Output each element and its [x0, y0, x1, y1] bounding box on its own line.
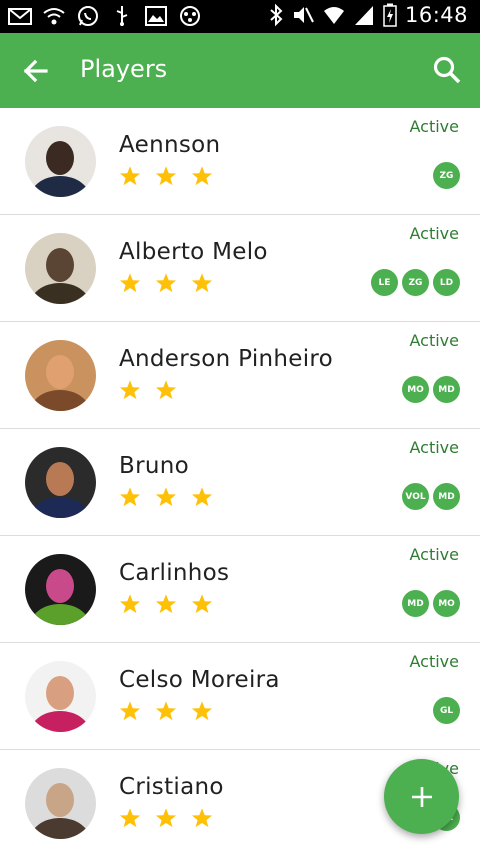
position-badges: MO MD — [402, 376, 460, 403]
star-icon — [191, 487, 213, 507]
star-icon — [119, 166, 141, 186]
rating-stars — [119, 807, 213, 829]
star-icon — [119, 487, 141, 507]
position-badge: MD — [433, 376, 460, 403]
clock: 16:48 — [404, 3, 468, 27]
avatar — [25, 768, 96, 839]
system-icons: 16:48 — [269, 3, 468, 27]
bluetooth-icon — [270, 3, 283, 27]
mail-icon — [8, 8, 32, 25]
app-bar: Players — [0, 33, 480, 108]
rating-stars — [119, 165, 213, 187]
rating-stars — [119, 486, 213, 508]
star-icon — [191, 166, 213, 186]
star-icon — [155, 166, 177, 186]
player-row[interactable]: Carlinhos Active MD MO — [0, 536, 480, 643]
star-icon — [119, 380, 141, 400]
position-badge: LD — [433, 269, 460, 296]
app-icon — [180, 6, 200, 26]
star-icon — [191, 273, 213, 293]
notification-icons — [8, 5, 202, 27]
position-badges: VOL MD — [402, 483, 460, 510]
position-badge: MO — [433, 590, 460, 617]
star-icon — [155, 808, 177, 828]
player-name: Cristiano — [119, 774, 224, 800]
status-text: Active — [409, 652, 460, 671]
status-bar: 16:48 — [0, 0, 480, 33]
star-icon — [155, 487, 177, 507]
player-name: Alberto Melo — [119, 239, 268, 265]
avatar — [25, 554, 96, 625]
star-icon — [155, 273, 177, 293]
position-badge: MD — [402, 590, 429, 617]
avatar — [25, 126, 96, 197]
avatar — [25, 340, 96, 411]
player-row[interactable]: Alberto Melo Active LE ZG LD — [0, 215, 480, 322]
player-name: Aennson — [119, 132, 221, 158]
add-icon — [411, 786, 432, 807]
position-badge: VOL — [402, 483, 429, 510]
whatsapp-icon — [78, 6, 98, 26]
star-icon — [119, 701, 141, 721]
add-player-button[interactable] — [384, 759, 459, 834]
avatar — [25, 233, 96, 304]
players-list: Aennson Active ZG Alberto Melo Active LE ZG LD A… — [0, 108, 480, 853]
player-row[interactable]: Celso Moreira Active GL — [0, 643, 480, 750]
position-badge: GL — [433, 697, 460, 724]
star-icon — [119, 594, 141, 614]
star-icon — [119, 808, 141, 828]
position-badges: GL — [433, 697, 460, 724]
page-title: Players — [80, 55, 168, 83]
rating-stars — [119, 272, 213, 294]
mute-icon — [293, 7, 314, 23]
signal-icon — [354, 6, 373, 25]
avatar — [25, 661, 96, 732]
position-badge: MD — [433, 483, 460, 510]
player-name: Anderson Pinheiro — [119, 346, 334, 372]
position-badges: MD MO — [402, 590, 460, 617]
position-badge: ZG — [433, 162, 460, 189]
status-text: Active — [409, 117, 460, 136]
arrow-back-icon[interactable] — [18, 53, 54, 89]
player-row[interactable]: Anderson Pinheiro Active MO MD — [0, 322, 480, 429]
position-badge: ZG — [402, 269, 429, 296]
status-text: Active — [409, 224, 460, 243]
search-icon[interactable] — [430, 53, 464, 87]
usb-icon — [116, 6, 128, 26]
star-icon — [191, 594, 213, 614]
star-icon — [119, 273, 141, 293]
player-row[interactable]: Aennson Active ZG — [0, 108, 480, 215]
star-icon — [191, 701, 213, 721]
star-icon — [155, 380, 177, 400]
wifi-signal-icon — [323, 7, 344, 24]
status-text: Active — [409, 545, 460, 564]
battery-icon — [383, 3, 397, 27]
avatar — [25, 447, 96, 518]
position-badges: ZG — [433, 162, 460, 189]
rating-stars — [119, 700, 213, 722]
star-icon — [155, 701, 177, 721]
player-name: Celso Moreira — [119, 667, 280, 693]
position-badge: MO — [402, 376, 429, 403]
image-icon — [145, 6, 167, 26]
status-text: Active — [409, 331, 460, 350]
player-row[interactable]: Bruno Active VOL MD — [0, 429, 480, 536]
rating-stars — [119, 593, 213, 615]
position-badge: LE — [371, 269, 398, 296]
wifi-icon — [43, 8, 65, 25]
status-text: Active — [409, 438, 460, 457]
position-badges: LE ZG LD — [371, 269, 460, 296]
rating-stars — [119, 379, 177, 401]
player-name: Carlinhos — [119, 560, 230, 586]
player-name: Bruno — [119, 453, 189, 479]
star-icon — [191, 808, 213, 828]
star-icon — [155, 594, 177, 614]
